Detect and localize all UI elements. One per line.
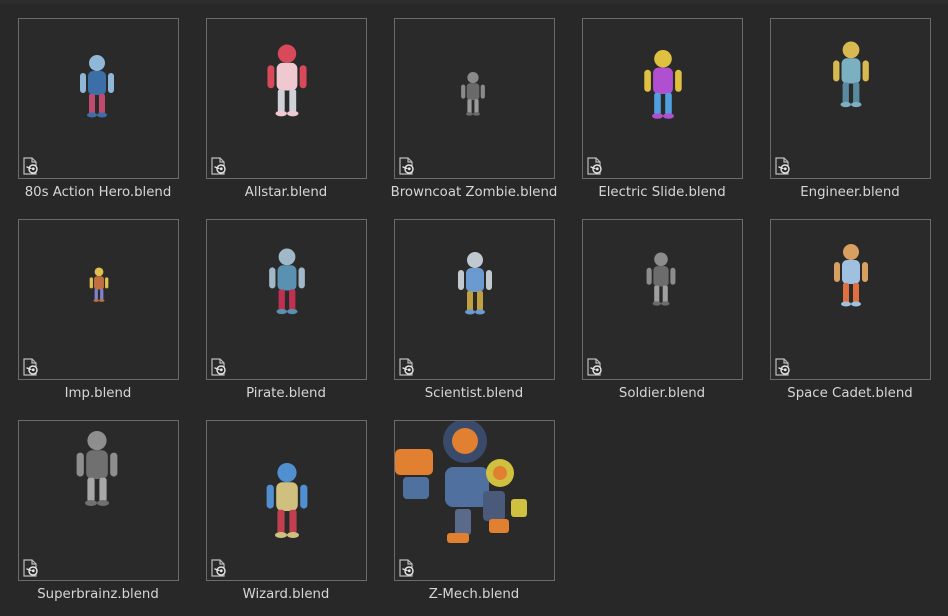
file-name-label: Engineer.blend [800, 185, 900, 200]
blend-file-icon [775, 358, 790, 376]
soldier-preview [646, 252, 676, 306]
browncoat-zombie-preview [461, 72, 485, 116]
file-thumbnail[interactable] [394, 18, 555, 179]
blend-file-icon [23, 559, 38, 577]
z-mech-preview [395, 421, 527, 543]
file-name-label: Scientist.blend [424, 386, 524, 401]
file-item-pirate[interactable]: Pirate.blend [188, 219, 376, 415]
space-cadet-preview [834, 244, 868, 307]
file-name-label: Browncoat Zombie.blend [390, 185, 558, 200]
blend-file-icon [399, 157, 414, 175]
file-item-engineer[interactable]: Engineer.blend [752, 18, 940, 214]
file-name-label: Wizard.blend [242, 587, 330, 602]
blend-file-icon [587, 358, 602, 376]
file-thumbnail[interactable] [582, 219, 743, 380]
blend-file-icon [211, 559, 226, 577]
blend-file-icon [23, 358, 38, 376]
file-thumbnail[interactable] [770, 18, 931, 179]
pirate-preview [269, 248, 305, 315]
file-name-label: Imp.blend [64, 386, 132, 401]
file-item-browncoat-zombie[interactable]: Browncoat Zombie.blend [376, 18, 564, 214]
file-item-allstar[interactable]: Allstar.blend [188, 18, 376, 214]
file-thumbnail[interactable] [394, 420, 555, 581]
file-thumbnail[interactable] [18, 219, 179, 380]
electric-slide-preview [644, 50, 682, 119]
file-item-soldier[interactable]: Soldier.blend [564, 219, 752, 415]
file-item-scientist[interactable]: Scientist.blend [376, 219, 564, 415]
file-name-label: 80s Action Hero.blend [24, 185, 172, 200]
imp-preview [89, 267, 109, 302]
file-name-label: Z-Mech.blend [428, 587, 520, 602]
allstar-preview [267, 44, 307, 117]
blend-file-icon [211, 157, 226, 175]
file-item-wizard[interactable]: Wizard.blend [188, 420, 376, 616]
file-name-label: Soldier.blend [618, 386, 706, 401]
file-item-imp[interactable]: Imp.blend [0, 219, 188, 415]
file-name-label: Pirate.blend [246, 386, 326, 401]
file-name-label: Electric Slide.blend [598, 185, 726, 200]
thumbnail-grid: 80s Action Hero.blend Allstar.blend Brownc… [0, 0, 948, 615]
blend-file-icon [211, 358, 226, 376]
blend-file-icon [587, 157, 602, 175]
file-thumbnail[interactable] [770, 219, 931, 380]
file-item-80s-action-hero[interactable]: 80s Action Hero.blend [0, 18, 188, 214]
80s-action-hero-preview [80, 55, 114, 118]
blend-file-icon [399, 358, 414, 376]
file-item-superbrainz[interactable]: Superbrainz.blend [0, 420, 188, 616]
blend-file-icon [23, 157, 38, 175]
file-thumbnail[interactable] [394, 219, 555, 380]
scientist-preview [458, 252, 492, 315]
file-name-label: Space Cadet.blend [787, 386, 913, 401]
file-thumbnail[interactable] [582, 18, 743, 179]
file-item-z-mech[interactable]: Z-Mech.blend [376, 420, 564, 616]
file-thumbnail[interactable] [18, 420, 179, 581]
file-thumbnail[interactable] [206, 420, 367, 581]
superbrainz-preview [76, 431, 118, 506]
file-thumbnail[interactable] [206, 219, 367, 380]
file-name-label: Superbrainz.blend [37, 587, 159, 602]
file-thumbnail[interactable] [206, 18, 367, 179]
blend-file-icon [775, 157, 790, 175]
file-name-label: Allstar.blend [244, 185, 328, 200]
blend-file-icon [399, 559, 414, 577]
file-thumbnail[interactable] [18, 18, 179, 179]
file-item-electric-slide[interactable]: Electric Slide.blend [564, 18, 752, 214]
wizard-preview [266, 463, 308, 538]
engineer-preview [833, 41, 869, 108]
file-browser: 80s Action Hero.blend Allstar.blend Brownc… [0, 0, 948, 615]
file-item-space-cadet[interactable]: Space Cadet.blend [752, 219, 940, 415]
